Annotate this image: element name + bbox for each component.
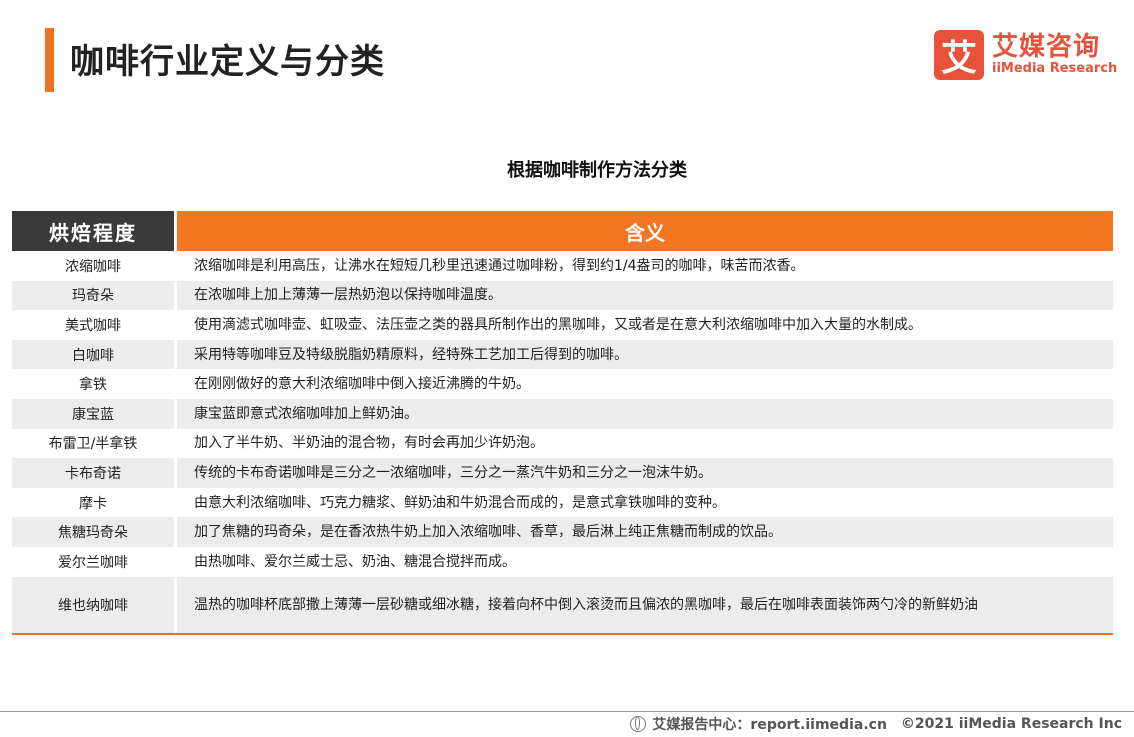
- definition-cell: 温热的咖啡杯底部撒上薄薄一层砂糖或细冰糖，接着向杯中倒入滚烫而且偏浓的黑咖啡，最…: [177, 576, 1113, 633]
- coffee-type-cell: 美式咖啡: [65, 317, 121, 334]
- coffee-type-cell: 浓缩咖啡: [65, 258, 121, 275]
- coffee-type-cell: 维也纳咖啡: [12, 576, 174, 633]
- table-row: 摩卡 由意大利浓缩咖啡、巧克力糖浆、鲜奶油和牛奶混合而成的，是意式拿铁咖啡的变种。: [12, 488, 1113, 518]
- logo-english-name: iiMedia Research: [992, 61, 1118, 76]
- definition-cell: 传统的卡布奇诺咖啡是三分之一浓缩咖啡，三分之一蒸汽牛奶和三分之一泡沫牛奶。: [177, 458, 1113, 488]
- table-row: 玛奇朵 在浓咖啡上加上薄薄一层热奶泡以保持咖啡温度。: [12, 280, 1113, 311]
- page-title: 咖啡行业定义与分类: [70, 42, 385, 82]
- footer-copyright: ©2021 iiMedia Research Inc: [900, 716, 1122, 732]
- coffee-type-cell: 布雷卫/半拿铁: [48, 436, 138, 453]
- coffee-type-cell: 爱尔兰咖啡: [58, 554, 128, 571]
- definition-cell: 由热咖啡、爱尔兰威士忌、奶油、糖混合搅拌而成。: [194, 553, 516, 570]
- footer-divider: [0, 711, 1134, 712]
- coffee-type-cell: 白咖啡: [12, 339, 174, 370]
- definition-cell: 使用滴滤式咖啡壶、虹吸壶、法压壶之类的器具所制作出的黑咖啡，又或者是在意大利浓缩…: [194, 316, 922, 333]
- globe-icon: [630, 716, 647, 732]
- logo-mark: 艾: [934, 30, 984, 80]
- definition-cell: 浓缩咖啡是利用高压，让沸水在短短几秒里迅速通过咖啡粉，得到约1/4盎司的咖啡，味…: [194, 257, 805, 274]
- definition-cell: 由意大利浓缩咖啡、巧克力糖浆、鲜奶油和牛奶混合而成的，是意式拿铁咖啡的变种。: [194, 494, 726, 511]
- definition-cell: 加入了半牛奶、半奶油的混合物，有时会再加少许奶泡。: [194, 435, 544, 452]
- table-body: 浓缩咖啡 浓缩咖啡是利用高压，让沸水在短短几秒里迅速通过咖啡粉，得到约1/4盎司的…: [12, 251, 1113, 633]
- coffee-type-cell: 玛奇朵: [12, 280, 174, 311]
- table-caption: 根据咖啡制作方法分类: [507, 160, 687, 181]
- table-row: 焦糖玛奇朵 加了焦糖的玛奇朵，是在香浓热牛奶上加入浓缩咖啡、香草，最后淋上纯正焦糖…: [12, 517, 1113, 547]
- header-roast-level: 烘焙程度: [12, 211, 174, 251]
- coffee-type-cell: 康宝蓝: [12, 398, 174, 429]
- classification-table: 烘焙程度 含义 浓缩咖啡 浓缩咖啡是利用高压，让沸水在短短几秒里迅速通过咖啡粉，得…: [12, 211, 1113, 635]
- coffee-type-cell: 摩卡: [79, 495, 107, 512]
- coffee-type-cell: 卡布奇诺: [12, 458, 174, 488]
- title-accent-bar: [45, 28, 54, 92]
- definition-cell: 在刚刚做好的意大利浓缩咖啡中倒入接近沸腾的牛奶。: [194, 376, 530, 393]
- definition-cell: 康宝蓝即意式浓缩咖啡加上鲜奶油。: [177, 398, 1113, 429]
- table-row: 美式咖啡 使用滴滤式咖啡壶、虹吸壶、法压壶之类的器具所制作出的黑咖啡，又或者是在意…: [12, 310, 1113, 340]
- footer: 艾媒报告中心：report.iimedia.cn ©2021 iiMedia R…: [630, 714, 1122, 734]
- table-row: 爱尔兰咖啡 由热咖啡、爱尔兰威士忌、奶油、糖混合搅拌而成。: [12, 547, 1113, 577]
- footer-source: 艾媒报告中心：report.iimedia.cn: [652, 717, 887, 733]
- table-row: 拿铁 在刚刚做好的意大利浓缩咖啡中倒入接近沸腾的牛奶。: [12, 369, 1113, 399]
- table-bottom-border: [12, 632, 1113, 635]
- table-row: 康宝蓝 康宝蓝即意式浓缩咖啡加上鲜奶油。: [12, 398, 1113, 429]
- table-row: 维也纳咖啡 温热的咖啡杯底部撒上薄薄一层砂糖或细冰糖，接着向杯中倒入滚烫而且偏浓的…: [12, 576, 1113, 633]
- coffee-type-cell: 焦糖玛奇朵: [12, 517, 174, 547]
- iimedia-logo: 艾 艾媒咨询 iiMedia Research: [934, 30, 1117, 80]
- definition-cell: 加了焦糖的玛奇朵，是在香浓热牛奶上加入浓缩咖啡、香草，最后淋上纯正焦糖而制成的饮…: [177, 517, 1113, 547]
- header-meaning: 含义: [177, 211, 1113, 251]
- definition-cell: 采用特等咖啡豆及特级脱脂奶精原料，经特殊工艺加工后得到的咖啡。: [177, 339, 1113, 370]
- definition-cell: 在浓咖啡上加上薄薄一层热奶泡以保持咖啡温度。: [177, 280, 1113, 311]
- table-row: 白咖啡 采用特等咖啡豆及特级脱脂奶精原料，经特殊工艺加工后得到的咖啡。: [12, 339, 1113, 370]
- logo-chinese-name: 艾媒咨询: [992, 32, 1101, 62]
- logo-text: 艾媒咨询 iiMedia Research: [992, 33, 1117, 77]
- coffee-type-cell: 拿铁: [79, 377, 107, 394]
- table-row: 卡布奇诺 传统的卡布奇诺咖啡是三分之一浓缩咖啡，三分之一蒸汽牛奶和三分之一泡沫牛奶…: [12, 458, 1113, 488]
- table-row: 布雷卫/半拿铁 加入了半牛奶、半奶油的混合物，有时会再加少许奶泡。: [12, 429, 1113, 459]
- table-header: 烘焙程度 含义: [12, 211, 1113, 251]
- table-row: 浓缩咖啡 浓缩咖啡是利用高压，让沸水在短短几秒里迅速通过咖啡粉，得到约1/4盎司的…: [12, 251, 1113, 281]
